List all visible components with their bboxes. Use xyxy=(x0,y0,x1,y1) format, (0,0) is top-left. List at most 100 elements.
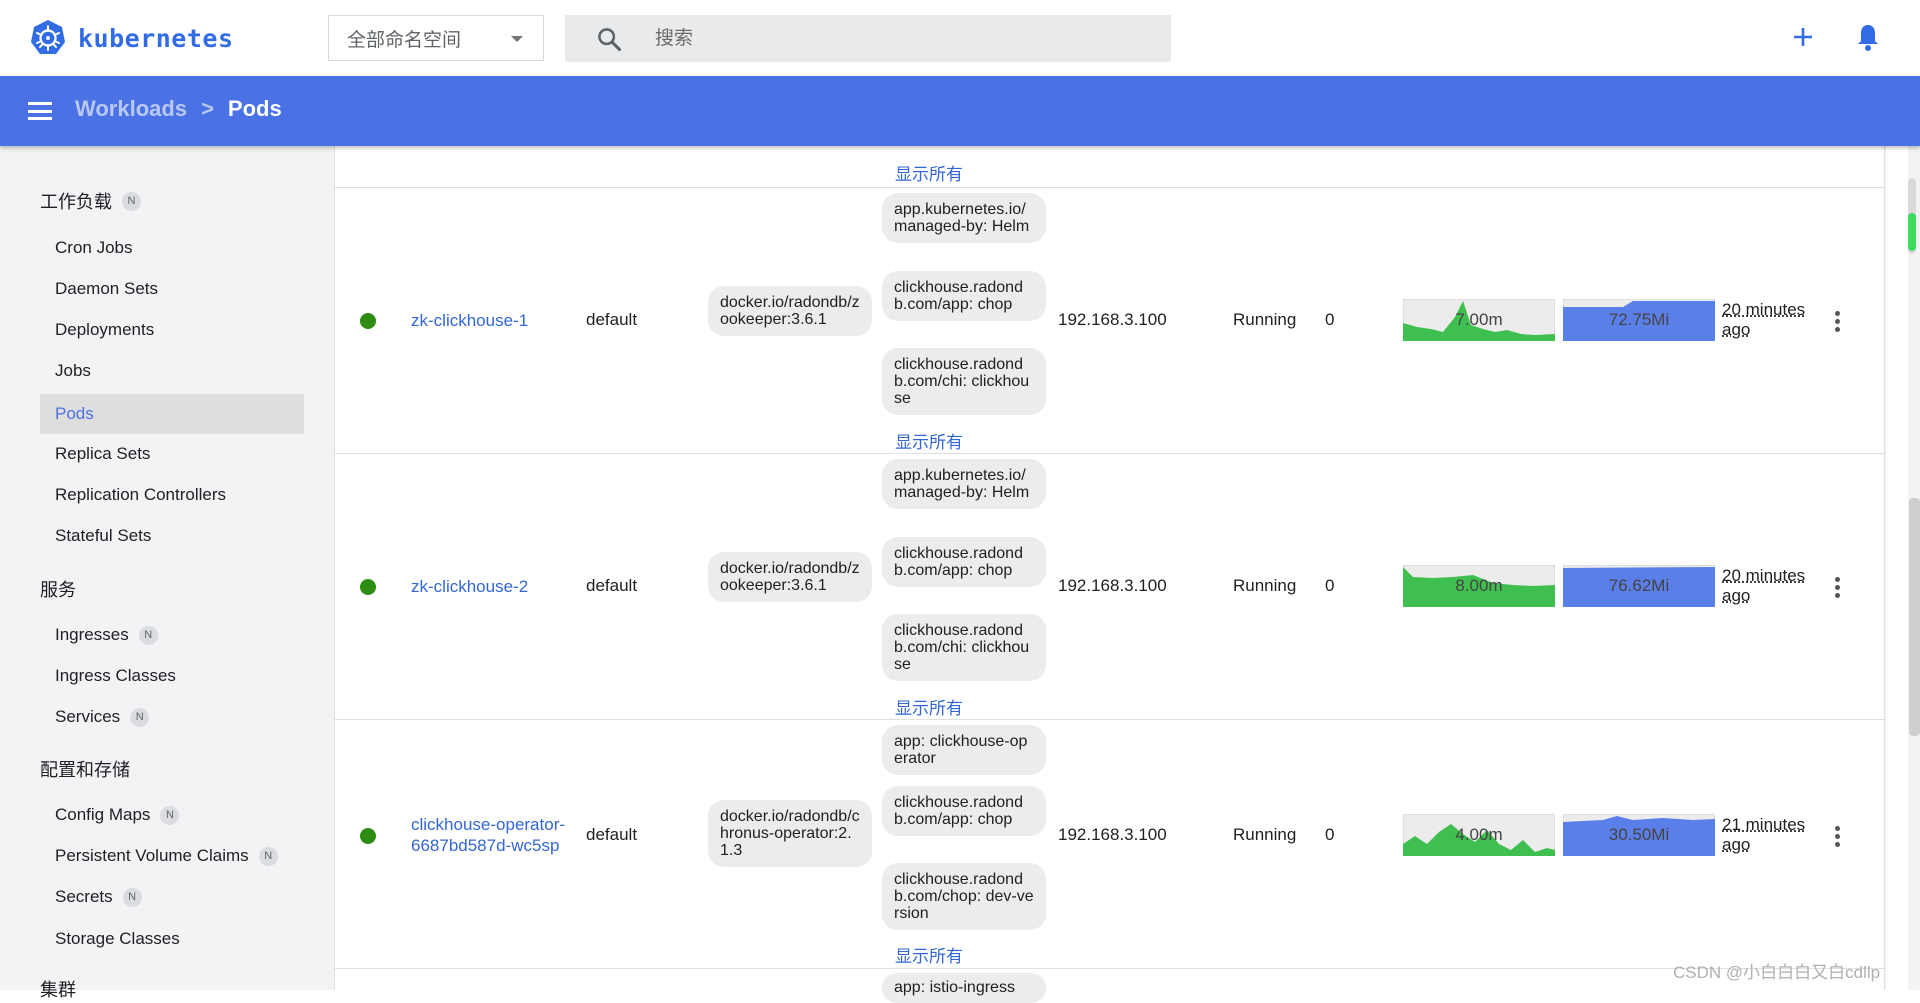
more-vert-icon[interactable] xyxy=(1835,826,1841,850)
dropdown-arrow-icon xyxy=(511,36,523,42)
sidebar-item-jobs[interactable]: Jobs xyxy=(40,351,304,391)
show-all-labels-link[interactable]: 显示所有 xyxy=(895,428,963,453)
age-text: 21 minutes xyxy=(1722,815,1805,834)
restarts-cell: 0 xyxy=(1325,576,1334,596)
breadcrumb-workloads-link[interactable]: Workloads xyxy=(75,96,187,122)
namespace-select[interactable]: 全部命名空间 xyxy=(328,15,544,61)
memory-usage-value: 30.50Mi xyxy=(1563,814,1715,856)
node-ip-cell: 192.168.3.100 xyxy=(1058,576,1167,596)
table-row[interactable]: zk-clickhouse-2 default docker.io/radond… xyxy=(335,454,1886,719)
node-ip-cell: 192.168.3.100 xyxy=(1058,310,1167,330)
pod-name-link[interactable]: clickhouse-operator-6687bd587d-wc5sp xyxy=(411,814,581,856)
nav-group-cluster[interactable]: 集群 xyxy=(40,976,76,1002)
namespace-cell: default xyxy=(586,310,637,330)
search-input[interactable] xyxy=(653,27,1117,51)
status-running-icon xyxy=(360,828,376,844)
nav-group-title: 服务 xyxy=(40,576,76,602)
label-chip: clickhouse.radondb.com/chi: clickhouse xyxy=(882,614,1046,681)
sidebar-item-storage-classes[interactable]: Storage Classes xyxy=(40,919,304,959)
sidebar-item-label: Config Maps xyxy=(55,805,150,825)
sidebar-item-services[interactable]: Services N xyxy=(40,697,304,737)
age-cell: 20 minutes ago xyxy=(1722,566,1822,606)
sidebar-item-deployments[interactable]: Deployments xyxy=(40,310,304,350)
new-badge: N xyxy=(130,708,149,727)
create-plus-icon[interactable] xyxy=(1788,22,1818,52)
label-chip: app.kubernetes.io/managed-by: Helm xyxy=(882,459,1046,509)
age-text: 20 minutes xyxy=(1722,300,1805,319)
namespace-select-value: 全部命名空间 xyxy=(347,25,461,52)
sidebar-item-ingress-classes[interactable]: Ingress Classes xyxy=(40,656,304,696)
new-badge: N xyxy=(122,192,141,211)
label-chip: clickhouse.radondb.com/app: chop xyxy=(882,537,1046,587)
namespace-cell: default xyxy=(586,576,637,596)
sidebar-item-pods[interactable]: Pods xyxy=(40,394,304,434)
sidebar-item-cron-jobs[interactable]: Cron Jobs xyxy=(40,228,304,268)
table-row[interactable]: zk-clickhouse-1 default docker.io/radond… xyxy=(335,188,1886,453)
pod-name-link[interactable]: zk-clickhouse-1 xyxy=(411,310,581,331)
sidebar-item-replica-sets[interactable]: Replica Sets xyxy=(40,434,304,474)
label-chip: clickhouse.radondb.com/chop: dev-version xyxy=(882,863,1046,930)
age-text: ago xyxy=(1722,320,1750,339)
status-cell: Running xyxy=(1233,310,1296,330)
notification-bell-icon[interactable] xyxy=(1855,22,1881,52)
status-cell: Running xyxy=(1233,576,1296,596)
more-vert-icon[interactable] xyxy=(1835,311,1841,335)
new-badge: N xyxy=(259,847,278,866)
sidebar-item-daemon-sets[interactable]: Daemon Sets xyxy=(40,269,304,309)
new-badge: N xyxy=(123,888,142,907)
restarts-cell: 0 xyxy=(1325,310,1334,330)
kubernetes-logo[interactable]: kubernetes xyxy=(28,18,234,58)
status-running-icon xyxy=(360,579,376,595)
pods-list-panel: 显示所有 zk-clickhouse-1 default docker.io/r… xyxy=(334,146,1886,990)
show-all-labels-link[interactable]: 显示所有 xyxy=(895,694,963,719)
hamburger-menu-icon[interactable] xyxy=(28,102,52,120)
label-chip: clickhouse.radondb.com/chi: clickhouse xyxy=(882,348,1046,415)
status-cell: Running xyxy=(1233,825,1296,845)
status-running-icon xyxy=(360,313,376,329)
table-row[interactable]: clickhouse-operator-6687bd587d-wc5sp def… xyxy=(335,720,1886,968)
sidebar-item-persistent-volume-claims[interactable]: Persistent Volume Claims N xyxy=(40,836,304,876)
search-icon xyxy=(595,25,623,53)
show-all-labels-link[interactable]: 显示所有 xyxy=(895,942,963,967)
sidebar-item-label: Persistent Volume Claims xyxy=(55,846,249,866)
row-divider xyxy=(335,968,1886,969)
cpu-usage-value: 4.00m xyxy=(1403,814,1555,856)
search-bar[interactable] xyxy=(565,15,1171,62)
nav-group-title: 配置和存储 xyxy=(40,756,130,782)
image-chip: docker.io/radondb/zookeeper:3.6.1 xyxy=(708,286,872,336)
more-vert-icon[interactable] xyxy=(1835,577,1841,601)
logo-text: kubernetes xyxy=(78,24,234,53)
age-text: 20 minutes xyxy=(1722,566,1805,585)
sidebar-item-label: Secrets xyxy=(55,887,113,907)
page-scrollbar-thumb[interactable] xyxy=(1909,498,1920,736)
node-ip-cell: 192.168.3.100 xyxy=(1058,825,1167,845)
sidebar-item-label: Ingresses xyxy=(55,625,129,645)
age-cell: 21 minutes ago xyxy=(1722,815,1822,855)
inner-scrollbar-indicator xyxy=(1908,213,1916,251)
nav-group-config-storage[interactable]: 配置和存储 xyxy=(40,756,130,782)
image-chip: docker.io/radondb/zookeeper:3.6.1 xyxy=(708,552,872,602)
label-chip: app.kubernetes.io/managed-by: Helm xyxy=(882,193,1046,243)
nav-group-workloads[interactable]: 工作负载 N xyxy=(40,188,141,214)
nav-group-title: 集群 xyxy=(40,976,76,1002)
nav-group-services[interactable]: 服务 xyxy=(40,576,76,602)
memory-usage-value: 72.75Mi xyxy=(1563,299,1715,341)
nav-group-title: 工作负载 xyxy=(40,188,112,214)
chevron-right-icon: > xyxy=(201,96,214,122)
pods-table-card: 显示所有 zk-clickhouse-1 default docker.io/r… xyxy=(334,146,1885,990)
sidebar-item-secrets[interactable]: Secrets N xyxy=(40,877,304,917)
kubernetes-wheel-icon xyxy=(28,18,68,58)
sidebar-item-stateful-sets[interactable]: Stateful Sets xyxy=(40,516,304,556)
new-badge: N xyxy=(139,626,158,645)
sidebar-nav: 工作负载 N Cron Jobs Daemon Sets Deployments… xyxy=(0,146,334,990)
top-app-bar: kubernetes 全部命名空间 xyxy=(0,0,1920,77)
sidebar-item-ingresses[interactable]: Ingresses N xyxy=(40,615,304,655)
sidebar-item-config-maps[interactable]: Config Maps N xyxy=(40,795,304,835)
watermark-text: CSDN @小白白白又白cdllp xyxy=(1673,958,1880,983)
pod-name-link[interactable]: zk-clickhouse-2 xyxy=(411,576,581,597)
label-chip: clickhouse.radondb.com/app: chop xyxy=(882,271,1046,321)
namespace-cell: default xyxy=(586,825,637,845)
show-all-labels-link[interactable]: 显示所有 xyxy=(895,160,963,185)
sidebar-item-replication-controllers[interactable]: Replication Controllers xyxy=(40,475,304,515)
label-chip: app: clickhouse-operator xyxy=(882,725,1046,775)
